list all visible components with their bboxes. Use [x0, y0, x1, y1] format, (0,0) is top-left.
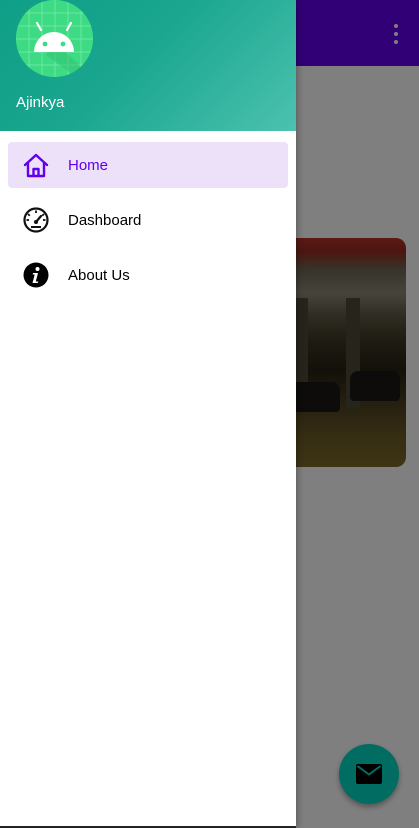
drawer-item-about-us[interactable]: About Us — [8, 252, 288, 298]
drawer-menu: Home Dashboard About Us — [0, 142, 296, 307]
drawer-item-label: About Us — [68, 266, 130, 284]
dashboard-icon — [22, 206, 50, 234]
drawer-item-label: Home — [68, 156, 109, 174]
navigation-drawer: Ajinkya Home Dashboard About Us — [0, 0, 296, 828]
app-screen: Ajinkya Home Dashboard About Us — [0, 0, 419, 828]
header-user-name: Ajinkya — [16, 94, 65, 111]
home-icon — [22, 151, 50, 179]
drawer-item-home[interactable]: Home — [8, 142, 288, 188]
android-logo-icon — [16, 0, 93, 77]
drawer-item-dashboard[interactable]: Dashboard — [8, 197, 288, 243]
info-icon — [22, 261, 50, 289]
drawer-item-label: Dashboard — [68, 211, 142, 229]
drawer-header: Ajinkya — [0, 0, 296, 131]
